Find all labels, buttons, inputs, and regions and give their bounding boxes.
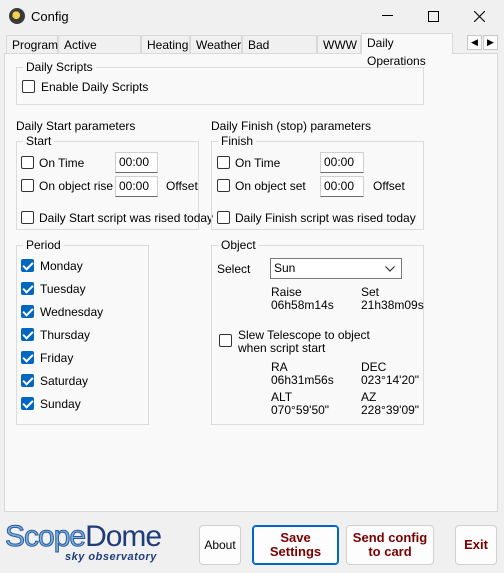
- set-label: Set: [361, 285, 380, 299]
- tuesday-checkbox[interactable]: [21, 282, 34, 295]
- az-value: 228°39'09": [361, 403, 420, 417]
- maximize-button[interactable]: [410, 4, 456, 28]
- friday-label: Friday: [40, 351, 74, 365]
- send-config-button[interactable]: Send config to card: [346, 525, 434, 565]
- save-settings-line1: Save: [280, 530, 311, 545]
- tab-daily-operations[interactable]: Daily Operations: [361, 33, 453, 68]
- chevron-down-icon: [385, 266, 395, 272]
- start-offset-field[interactable]: 00:00: [115, 176, 158, 197]
- close-button[interactable]: [456, 4, 502, 28]
- wednesday-checkbox[interactable]: [21, 305, 34, 318]
- finish-rised-checkbox[interactable]: [217, 211, 230, 224]
- send-config-line2: to card: [368, 544, 412, 559]
- object-select-label: Select: [217, 262, 251, 276]
- thursday-checkbox[interactable]: [21, 328, 34, 341]
- logo-dome-text: Dome: [85, 520, 162, 553]
- object-group-label: Object: [218, 238, 259, 252]
- start-group-label: Start: [23, 134, 55, 148]
- friday-checkbox[interactable]: [21, 351, 34, 364]
- about-button[interactable]: About: [199, 525, 241, 565]
- start-on-time-field[interactable]: 00:00: [115, 152, 158, 173]
- alt-label: ALT: [271, 390, 293, 404]
- tab-program[interactable]: Program: [6, 35, 58, 53]
- close-icon: [473, 10, 485, 22]
- raise-value: 06h58m14s: [271, 298, 334, 312]
- window-title: Config: [31, 9, 69, 24]
- finish-on-time-checkbox[interactable]: [217, 156, 230, 169]
- dec-label: DEC: [361, 360, 387, 374]
- chevron-left-icon: ◀: [471, 37, 478, 47]
- finish-group-label: Finish: [218, 134, 257, 148]
- finish-on-time-field[interactable]: 00:00: [320, 152, 364, 173]
- tab-www[interactable]: WWW: [317, 35, 361, 53]
- daily-start-section-title: Daily Start parameters: [16, 119, 136, 133]
- daily-scripts-group-label: Daily Scripts: [23, 60, 96, 74]
- start-rised-checkbox[interactable]: [21, 211, 34, 224]
- finish-on-set-label: On object set: [235, 179, 306, 193]
- tab-scroll-right-button[interactable]: ▶: [483, 35, 498, 50]
- wednesday-label: Wednesday: [40, 305, 104, 319]
- exit-button[interactable]: Exit: [455, 525, 497, 565]
- sunday-checkbox[interactable]: [21, 397, 34, 410]
- minimize-button[interactable]: [364, 4, 410, 28]
- tab-weather[interactable]: Weather: [190, 35, 242, 53]
- tuesday-label: Tuesday: [40, 282, 86, 296]
- dec-value: 023°14'20": [361, 373, 420, 387]
- app-icon: [9, 8, 25, 24]
- slew-telescope-label-line1: Slew Telescope to object: [238, 328, 370, 342]
- set-value: 21h38m09s: [361, 298, 424, 312]
- start-on-rise-checkbox[interactable]: [21, 179, 34, 192]
- object-select[interactable]: Sun: [270, 258, 402, 279]
- logo-scope-text: Scope: [4, 520, 86, 553]
- save-settings-line2: Settings: [269, 544, 322, 559]
- period-group-label: Period: [23, 238, 64, 252]
- start-on-rise-label: On object rise: [39, 179, 114, 193]
- daily-finish-section-title: Daily Finish (stop) parameters: [211, 119, 372, 133]
- slew-telescope-checkbox[interactable]: [219, 334, 232, 347]
- start-on-time-label: On Time: [39, 156, 85, 170]
- save-settings-button[interactable]: Save Settings: [252, 525, 339, 565]
- monday-checkbox[interactable]: [21, 259, 34, 272]
- ra-value: 06h31m56s: [271, 373, 334, 387]
- finish-offset-field[interactable]: 00:00: [320, 176, 364, 197]
- start-on-time-checkbox[interactable]: [21, 156, 34, 169]
- start-rised-label: Daily Start script was rised today: [39, 211, 214, 225]
- finish-on-set-checkbox[interactable]: [217, 179, 230, 192]
- az-label: AZ: [361, 390, 377, 404]
- finish-rised-label: Daily Finish script was rised today: [235, 211, 416, 225]
- raise-label: Raise: [271, 285, 302, 299]
- saturday-label: Saturday: [40, 374, 89, 388]
- enable-daily-scripts-checkbox[interactable]: [22, 80, 35, 93]
- ra-label: RA: [271, 360, 288, 374]
- title-bar: Config: [0, 0, 504, 32]
- finish-offset-label: Offset: [373, 179, 405, 193]
- minimize-icon: [381, 15, 393, 16]
- tab-active-sensors[interactable]: Active Sensors: [58, 35, 141, 70]
- start-offset-label: Offset: [166, 179, 198, 193]
- saturday-checkbox[interactable]: [21, 374, 34, 387]
- slew-telescope-label-line2: when script start: [238, 341, 326, 355]
- thursday-label: Thursday: [40, 328, 91, 342]
- tab-heating[interactable]: Heating: [141, 35, 190, 53]
- enable-daily-scripts-label: Enable Daily Scripts: [41, 80, 149, 94]
- finish-on-time-label: On Time: [235, 156, 281, 170]
- alt-value: 070°59'50": [271, 403, 330, 417]
- sunday-label: Sunday: [40, 397, 81, 411]
- chevron-right-icon: ▶: [487, 37, 494, 47]
- send-config-line1: Send config: [352, 530, 428, 545]
- tab-scroll-left-button[interactable]: ◀: [467, 35, 482, 50]
- object-select-value: Sun: [274, 261, 296, 275]
- logo-tagline: sky observatory: [65, 551, 157, 563]
- maximize-icon: [427, 10, 439, 22]
- scopedome-logo: ScopeDome sky observatory: [4, 520, 165, 567]
- monday-label: Monday: [40, 259, 83, 273]
- tab-bad-weather[interactable]: Bad Weather: [242, 35, 317, 70]
